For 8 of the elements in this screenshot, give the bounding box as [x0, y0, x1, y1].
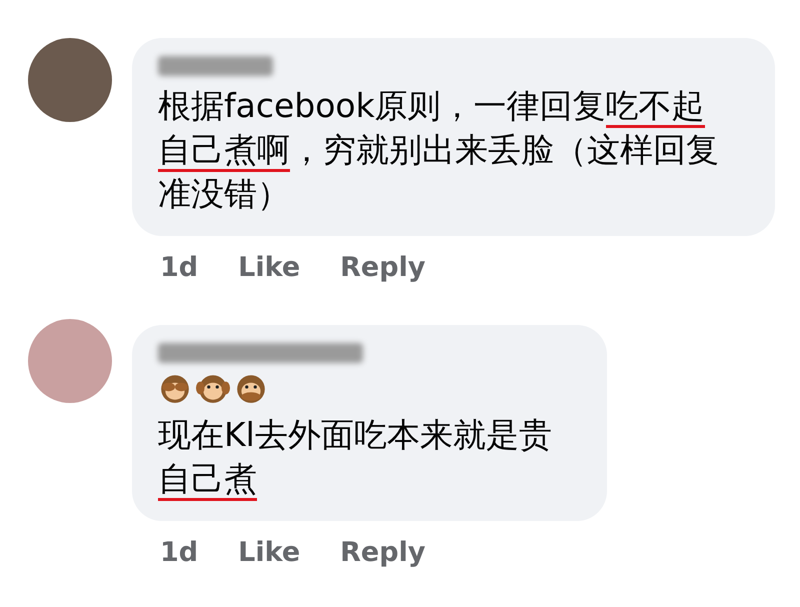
comment-text: 根据facebook原则，一律回复吃不起自己煮啊，穷就别出来丢脸（这样回复准没错）: [158, 85, 720, 215]
comment-time: 1d: [160, 252, 198, 283]
comment-action-link[interactable]: Like: [238, 252, 300, 283]
comment-text: 现在Kl去外面吃本来就是贵 自己煮: [158, 413, 581, 501]
comment-action-link[interactable]: Like: [238, 537, 300, 568]
comment-action-link[interactable]: Reply: [340, 537, 426, 568]
comment-time: 1d: [160, 537, 198, 568]
comment-action-link[interactable]: Reply: [340, 252, 426, 283]
